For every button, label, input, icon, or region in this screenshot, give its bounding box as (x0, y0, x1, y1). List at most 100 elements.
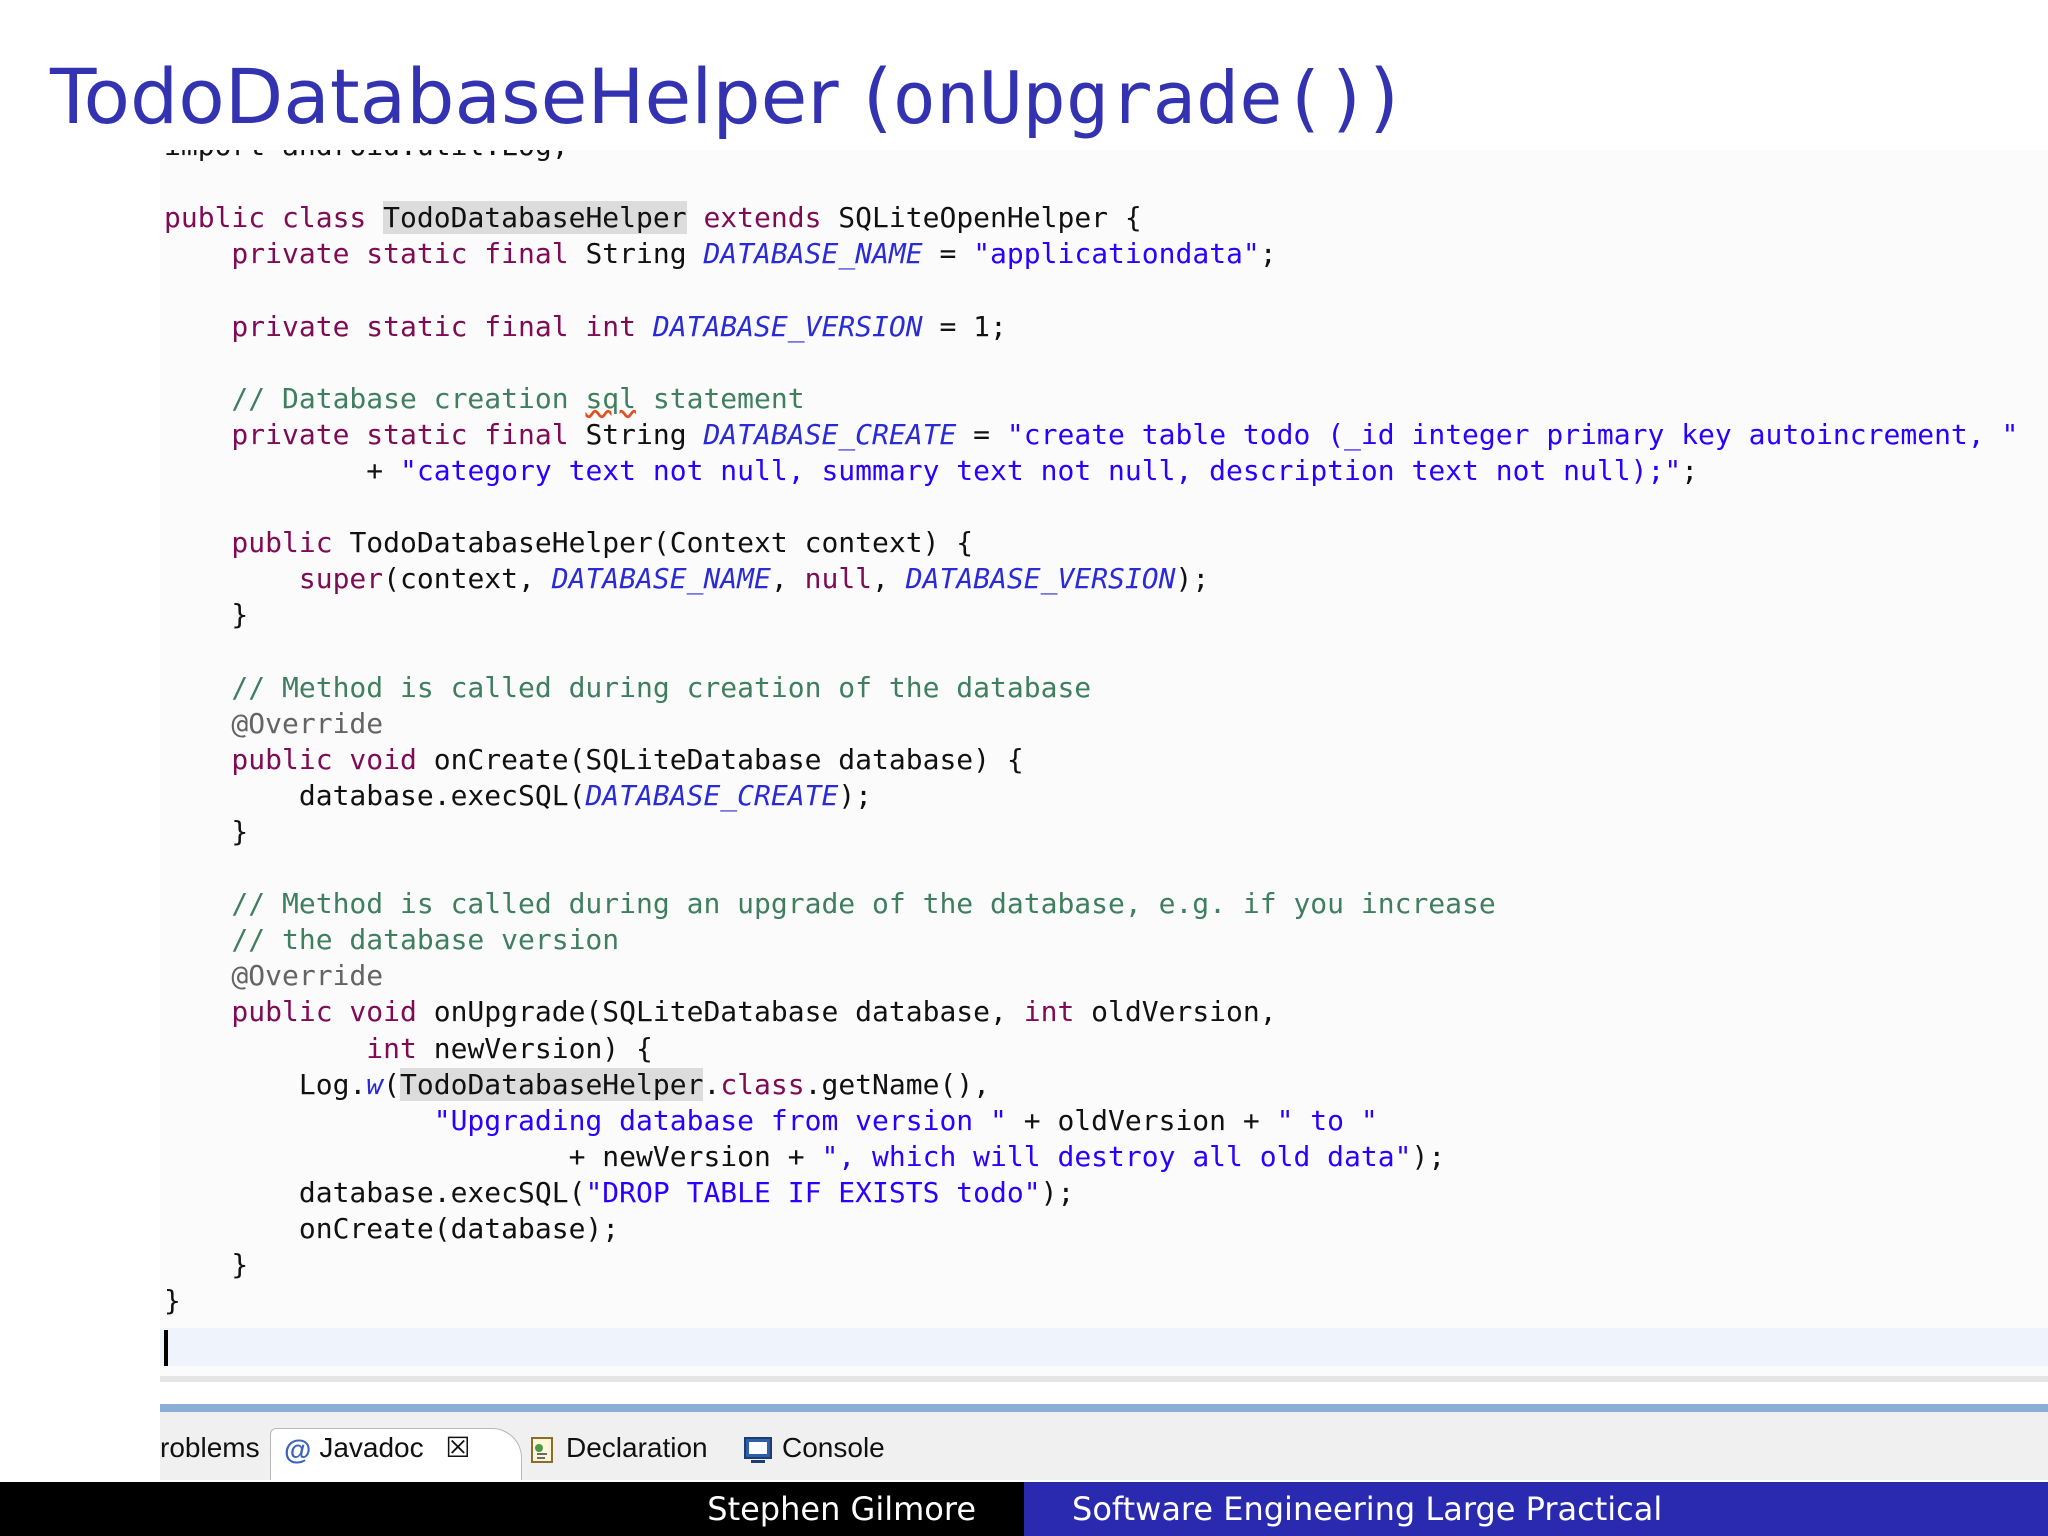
code-token: extends (686, 201, 822, 235)
code-line: + newVersion + ", which will destroy all… (164, 1139, 1446, 1175)
code-token: private static final (164, 237, 586, 271)
tab-problems-label: roblems (160, 1432, 260, 1463)
code-line: } (164, 814, 248, 850)
code-token: public void (164, 742, 434, 776)
code-token: import android.util.Log; (164, 150, 569, 162)
code-token: + newVersion + (164, 1139, 822, 1173)
tab-javadoc-label: Javadoc (319, 1432, 424, 1463)
code-token: @Override (164, 706, 384, 740)
code-token: ); (1175, 562, 1210, 596)
code-line: + "category text not null, summary text … (164, 453, 1698, 489)
horizontal-scrollbar[interactable] (160, 1376, 2048, 1382)
code-token: String (585, 417, 704, 451)
slide-footer: Stephen Gilmore Software Engineering Lar… (0, 1482, 2048, 1536)
code-token: String (585, 237, 704, 271)
code-token: ); (1040, 1175, 1075, 1209)
code-token: public void (164, 995, 434, 1029)
code-token: public (164, 526, 350, 560)
code-token: Log. (164, 1067, 367, 1101)
code-token: TodoDatabaseHelper (400, 1067, 704, 1101)
code-line: public class TodoDatabaseHelper extends … (164, 200, 1142, 236)
tab-declaration-label: Declaration (566, 1432, 708, 1463)
code-token: } (164, 814, 249, 848)
code-line: super(context, DATABASE_NAME, null, DATA… (164, 561, 1209, 597)
code-token: } (164, 1284, 181, 1318)
code-line: int newVersion) { (164, 1031, 653, 1067)
code-line: private static final String DATABASE_NAM… (164, 236, 1277, 272)
code-line: import android.util.Log; (164, 150, 569, 164)
code-token: ; (1259, 237, 1277, 271)
code-token: // Method is called during an upgrade of… (164, 887, 1496, 921)
code-token: DATABASE_VERSION (652, 309, 923, 343)
close-tab-icon[interactable]: ☒ (445, 1432, 470, 1463)
code-line: public void onUpgrade(SQLiteDatabase dat… (164, 994, 1277, 1030)
code-token: TodoDatabaseHelper(Context context) { (349, 526, 974, 560)
code-token: // the database version (164, 923, 620, 957)
code-line: @Override (164, 958, 383, 994)
code-token: ); (838, 778, 873, 812)
code-token: , (770, 562, 805, 596)
code-token: onUpgrade(SQLiteDatabase database, (433, 995, 1024, 1029)
code-token: int (164, 1031, 417, 1065)
tab-javadoc[interactable]: @ Javadoc ☒ (284, 1428, 471, 1468)
code-line: @Override (164, 706, 383, 742)
code-line: // Method is called during creation of t… (164, 670, 1091, 706)
code-token: DATABASE_CREATE (703, 417, 957, 451)
tab-declaration[interactable]: Declaration (526, 1428, 708, 1468)
tab-problems[interactable]: roblems (160, 1428, 260, 1468)
code-editor[interactable]: import android.util.Log; public class Tod… (160, 150, 2048, 1382)
tab-console[interactable]: Console (742, 1428, 885, 1468)
code-token: = (922, 237, 974, 271)
code-token: statement (636, 381, 805, 415)
code-line: } (164, 597, 248, 633)
code-line: } (164, 1283, 181, 1319)
code-line: Log.w(TodoDatabaseHelper.class.getName()… (164, 1067, 990, 1103)
code-line: // Method is called during an upgrade of… (164, 886, 1496, 922)
code-line: onCreate(database); (164, 1211, 619, 1247)
code-token: private static final (164, 417, 586, 451)
bottom-panel: roblems @ Javadoc ☒ Declaration Console (160, 1404, 2048, 1480)
code-token: } (164, 1248, 249, 1282)
slide-title-main: TodoDatabaseHelper ( (50, 52, 893, 141)
tab-console-label: Console (782, 1432, 885, 1463)
code-token: "create table todo (_id integer primary … (1006, 417, 2019, 451)
code-token: " to " (1276, 1103, 1378, 1137)
code-token: null (804, 562, 873, 596)
code-token: DATABASE_VERSION (905, 562, 1176, 596)
console-icon (744, 1436, 772, 1463)
code-token: , (872, 562, 906, 596)
code-line: // the database version (164, 922, 619, 958)
code-token: ", which will destroy all old data" (821, 1139, 1412, 1173)
code-token: "Upgrading database from version " (433, 1103, 1007, 1137)
code-token: w (366, 1067, 384, 1101)
slide-title-close: ) (1369, 52, 1399, 141)
code-token: sql (585, 381, 637, 415)
code-token: super (164, 562, 384, 596)
code-token: . (703, 1067, 721, 1101)
code-token: ( (383, 1067, 401, 1101)
code-token: database.execSQL( (164, 1175, 586, 1209)
code-token: + oldVersion + (1006, 1103, 1277, 1137)
slide-title-method: onUpgrade() (892, 56, 1370, 140)
current-line-highlight (160, 1328, 2048, 1366)
code-token: private static final int (164, 309, 653, 343)
code-area[interactable]: import android.util.Log; public class Tod… (160, 150, 2048, 1382)
code-line: } (164, 1247, 248, 1283)
code-line: "Upgrading database from version " + old… (164, 1103, 1378, 1139)
panel-top-border (160, 1404, 2048, 1412)
code-token: DATABASE_NAME (703, 237, 923, 271)
code-token: onCreate(SQLiteDatabase database) { (433, 742, 1024, 776)
footer-course: Software Engineering Large Practical (1024, 1482, 2048, 1536)
code-token: newVersion) { (416, 1031, 653, 1065)
footer-author: Stephen Gilmore (0, 1482, 1024, 1536)
code-token: .getName(), (804, 1067, 991, 1101)
code-token: oldVersion, (1074, 995, 1277, 1029)
code-token: // Method is called during creation of t… (164, 670, 1092, 704)
text-cursor (164, 1330, 168, 1366)
code-token: database.execSQL( (164, 778, 586, 812)
code-token: (context, (383, 562, 552, 596)
code-token: @Override (164, 959, 384, 993)
code-line: private static final int DATABASE_VERSIO… (164, 309, 1006, 345)
code-token: class (720, 1067, 805, 1101)
